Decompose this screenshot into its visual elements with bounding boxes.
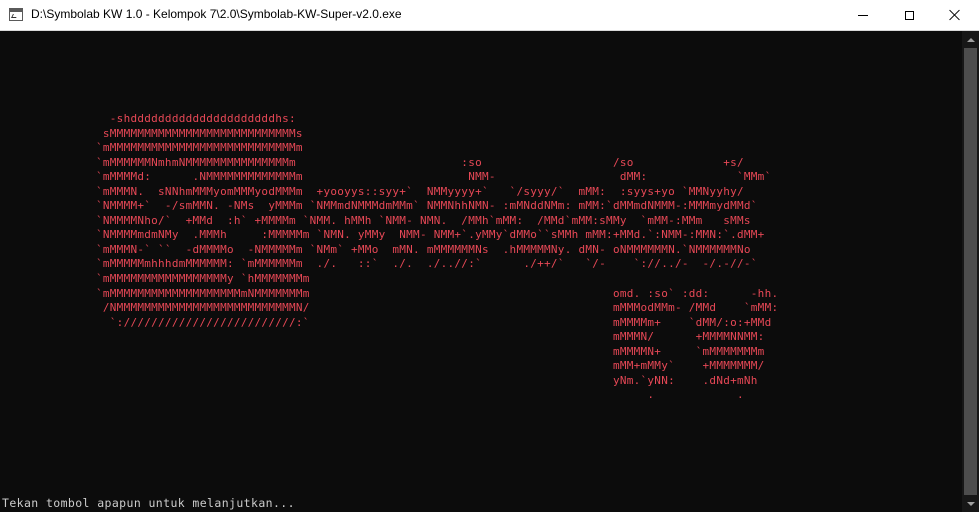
window-title: D:\Symbolab KW 1.0 - Kelompok 7\2.0\Symb… — [31, 7, 402, 21]
close-button[interactable] — [932, 0, 978, 30]
continue-prompt: Tekan tombol apapun untuk melanjutkan... — [2, 496, 295, 510]
scrollbar-thumb[interactable] — [964, 48, 977, 495]
title-bar[interactable]: D:\Symbolab KW 1.0 - Kelompok 7\2.0\Symb… — [0, 0, 979, 31]
scroll-up-arrow-icon[interactable] — [962, 31, 979, 48]
close-icon — [949, 9, 961, 21]
maximize-button[interactable] — [886, 0, 932, 30]
minimize-icon — [858, 14, 868, 16]
vertical-scrollbar[interactable] — [962, 31, 979, 512]
maximize-icon — [904, 10, 914, 20]
console-app-icon — [9, 8, 23, 21]
scroll-down-arrow-icon[interactable] — [962, 495, 979, 512]
console-output[interactable]: -shdddddddddddddddddddddhs: sMMMMMMMMMMM… — [0, 31, 962, 512]
ascii-art-logo: -shdddddddddddddddddddddhs: sMMMMMMMMMMM… — [96, 112, 779, 402]
minimize-button[interactable] — [840, 0, 886, 30]
